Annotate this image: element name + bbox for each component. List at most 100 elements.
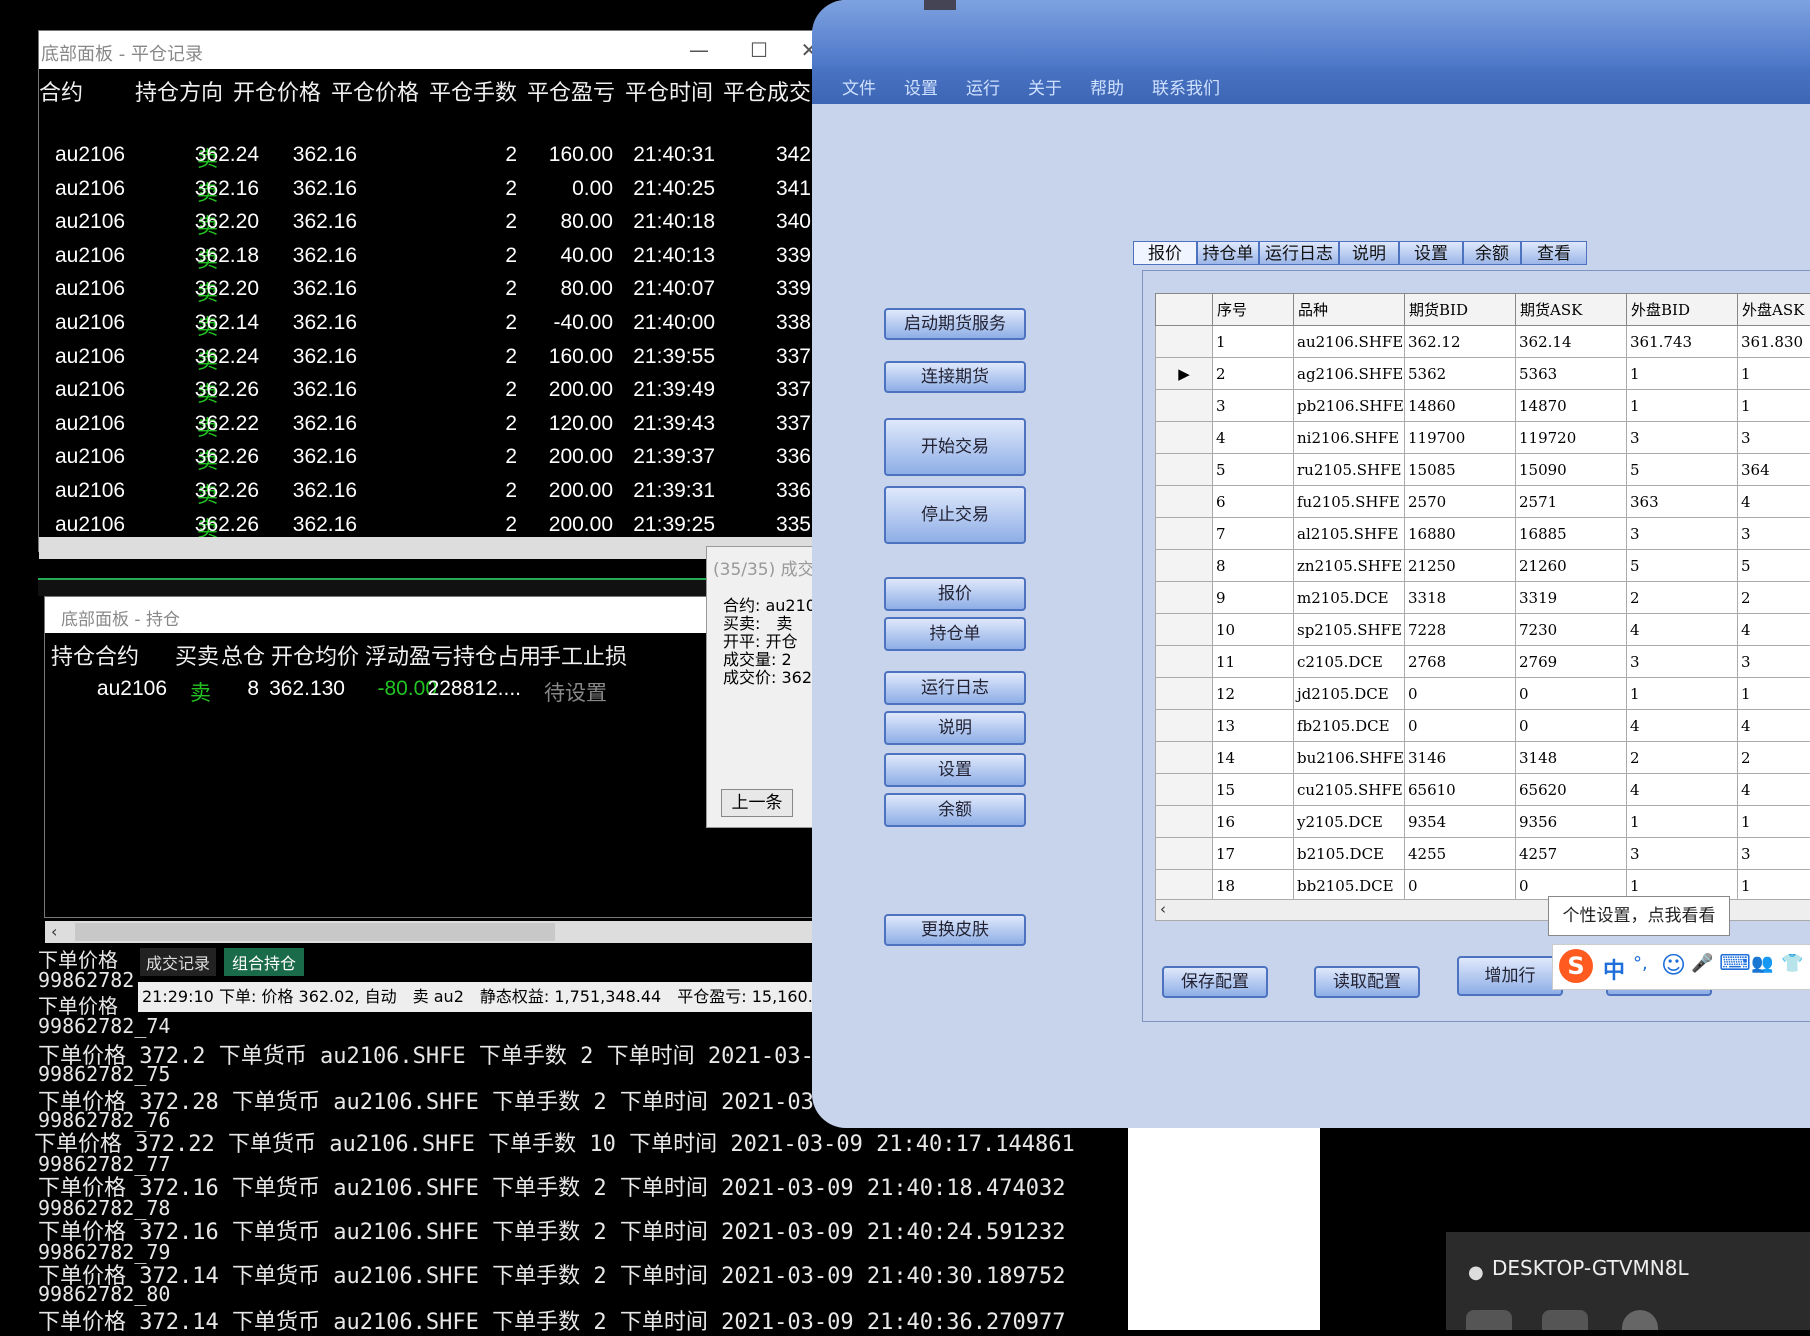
row-selector-cell[interactable] xyxy=(1156,550,1213,582)
tab-positions[interactable]: 持仓单 xyxy=(1197,241,1259,265)
grid-row[interactable]: 11c2105.DCE2768276933-27 xyxy=(1156,646,1810,678)
grid-cell[interactable]: 4 xyxy=(1738,710,1810,742)
table-row[interactable]: au2106卖362.16362.1620.0021:40:25341 xyxy=(39,171,814,205)
grid-cell[interactable]: 1 xyxy=(1738,358,1810,390)
row-selector-cell[interactable] xyxy=(1156,390,1213,422)
grid-row[interactable]: 5ru2105.SHFE15085150905364-14 xyxy=(1156,454,1810,486)
tab-trades[interactable]: 成交记录 xyxy=(140,948,216,976)
grid-cell[interactable]: 3 xyxy=(1738,422,1810,454)
grid-cell[interactable]: 3 xyxy=(1627,646,1738,678)
row-selector-cell[interactable] xyxy=(1156,454,1213,486)
grid-cell[interactable]: 15085 xyxy=(1405,454,1516,486)
microphone-icon[interactable]: 🎤 xyxy=(1691,953,1713,974)
grid-row[interactable]: 14bu2106.SHFE3146314822-31 xyxy=(1156,742,1810,774)
grid-cell[interactable]: 0 xyxy=(1405,710,1516,742)
grid-cell[interactable]: 2768 xyxy=(1405,646,1516,678)
table-row[interactable]: au2106卖362.26362.162200.0021:39:25335 xyxy=(39,507,814,537)
disconnect-icon[interactable] xyxy=(1622,1310,1658,1330)
row-selector-cell[interactable] xyxy=(1156,326,1213,358)
table-row[interactable]: au2106卖362.26362.162200.0021:39:49337 xyxy=(39,372,814,406)
row-selector-cell[interactable]: ▶ xyxy=(1156,358,1213,390)
more-icon[interactable] xyxy=(1542,1310,1588,1330)
grid-cell[interactable]: 15090 xyxy=(1516,454,1627,486)
tab-view[interactable]: 查看 xyxy=(1521,241,1587,265)
grid-cell[interactable]: 15 xyxy=(1213,774,1294,806)
tab-combo[interactable]: 组合持仓 xyxy=(224,948,304,976)
grid-cell[interactable]: 0 xyxy=(1516,678,1627,710)
scroll-thumb[interactable] xyxy=(75,923,555,941)
grid-cell[interactable]: zn2105.SHFE xyxy=(1294,550,1405,582)
grid-cell[interactable]: 4 xyxy=(1627,774,1738,806)
grid-cell[interactable]: 1 xyxy=(1627,678,1738,710)
grid-scroll-left-icon[interactable]: ‹ xyxy=(1160,900,1166,918)
row-selector-cell[interactable] xyxy=(1156,710,1213,742)
grid-cell[interactable]: 119720 xyxy=(1516,422,1627,454)
positions-button[interactable]: 持仓单 xyxy=(884,617,1026,651)
grid-cell[interactable]: 1 xyxy=(1738,806,1810,838)
grid-cell[interactable]: 1 xyxy=(1738,678,1810,710)
app-top-handle[interactable] xyxy=(924,0,956,10)
grid-cell[interactable]: b2105.DCE xyxy=(1294,838,1405,870)
grid-header-cell[interactable]: 外盘BID xyxy=(1627,294,1738,326)
grid-cell[interactable]: 9 xyxy=(1213,582,1294,614)
table-row[interactable]: au2106卖362.18362.16240.0021:40:13339 xyxy=(39,238,814,272)
grid-cell[interactable]: 0 xyxy=(1405,678,1516,710)
grid-cell[interactable]: 361.743 xyxy=(1627,326,1738,358)
column-header[interactable]: 平仓价格 xyxy=(331,75,419,107)
grid-cell[interactable]: fb2105.DCE xyxy=(1294,710,1405,742)
grid-cell[interactable]: 3 xyxy=(1738,838,1810,870)
grid-cell[interactable]: 5 xyxy=(1213,454,1294,486)
column-header[interactable]: 总仓 xyxy=(221,639,265,671)
grid-cell[interactable]: 3 xyxy=(1738,518,1810,550)
grid-cell[interactable]: 4 xyxy=(1627,710,1738,742)
table-row[interactable]: au2106卖362.14362.162-40.0021:40:00338 xyxy=(39,305,814,339)
grid-cell[interactable]: 65620 xyxy=(1516,774,1627,806)
grid-cell[interactable]: 5 xyxy=(1738,550,1810,582)
grid-cell[interactable]: 4 xyxy=(1738,774,1810,806)
grid-cell[interactable]: 0 xyxy=(1516,710,1627,742)
grid-row[interactable]: 12jd2105.DCE00111 xyxy=(1156,678,1810,710)
change-skin-button[interactable]: 更换皮肤 xyxy=(884,914,1026,946)
grid-cell[interactable]: 2 xyxy=(1627,742,1738,774)
start-futures-service-button[interactable]: 启动期货服务 xyxy=(884,308,1026,340)
grid-row[interactable]: 4ni2106.SHFE11970011972033-11 xyxy=(1156,422,1810,454)
grid-cell[interactable]: 3 xyxy=(1627,838,1738,870)
grid-cell[interactable]: 14860 xyxy=(1405,390,1516,422)
grid-cell[interactable]: al2105.SHFE xyxy=(1294,518,1405,550)
grid-cell[interactable]: 8 xyxy=(1213,550,1294,582)
grid-row[interactable]: 10sp2105.SHFE7228723044-72 xyxy=(1156,614,1810,646)
column-header[interactable]: 平仓盈亏 xyxy=(527,75,615,107)
grid-row[interactable]: 7al2105.SHFE168801688533-16 xyxy=(1156,518,1810,550)
grid-cell[interactable]: 5 xyxy=(1627,454,1738,486)
grid-cell[interactable]: y2105.DCE xyxy=(1294,806,1405,838)
grid-cell[interactable]: 2 xyxy=(1738,582,1810,614)
grid-cell[interactable]: 14 xyxy=(1213,742,1294,774)
grid-cell[interactable]: 361.830 xyxy=(1738,326,1810,358)
grid-cell[interactable]: bu2106.SHFE xyxy=(1294,742,1405,774)
grid-cell[interactable]: 4257 xyxy=(1516,838,1627,870)
scroll-left-icon[interactable]: ‹ xyxy=(51,922,57,941)
row-selector-cell[interactable] xyxy=(1156,838,1213,870)
grid-cell[interactable]: ru2105.SHFE xyxy=(1294,454,1405,486)
column-header[interactable]: 平仓时间 xyxy=(625,75,713,107)
grid-cell[interactable]: 2 xyxy=(1213,358,1294,390)
grid-cell[interactable]: 21260 xyxy=(1516,550,1627,582)
grid-cell[interactable]: 65610 xyxy=(1405,774,1516,806)
table-row[interactable]: au2106卖362.22362.162120.0021:39:43337 xyxy=(39,406,814,440)
grid-cell[interactable]: 4 xyxy=(1738,614,1810,646)
grid-cell[interactable]: 6 xyxy=(1213,486,1294,518)
grid-header-cell[interactable]: 序号 xyxy=(1213,294,1294,326)
tab-quote[interactable]: 报价 xyxy=(1133,241,1197,265)
run-log-button[interactable]: 运行日志 xyxy=(884,671,1026,705)
grid-header-cell[interactable]: 品种 xyxy=(1294,294,1405,326)
grid-cell[interactable]: 9356 xyxy=(1516,806,1627,838)
grid-cell[interactable]: 9354 xyxy=(1405,806,1516,838)
column-header[interactable]: 平仓成交 xyxy=(723,75,811,107)
grid-cell[interactable]: 7230 xyxy=(1516,614,1627,646)
grid-cell[interactable]: 5 xyxy=(1627,550,1738,582)
grid-cell[interactable]: 1 xyxy=(1627,806,1738,838)
grid-cell[interactable]: 4 xyxy=(1213,422,1294,454)
save-config-button[interactable]: 保存配置 xyxy=(1162,966,1268,998)
grid-row[interactable]: 1au2106.SHFE362.12362.14361.743361.830-0… xyxy=(1156,326,1810,358)
punctuation-icon[interactable]: °, xyxy=(1633,953,1648,974)
